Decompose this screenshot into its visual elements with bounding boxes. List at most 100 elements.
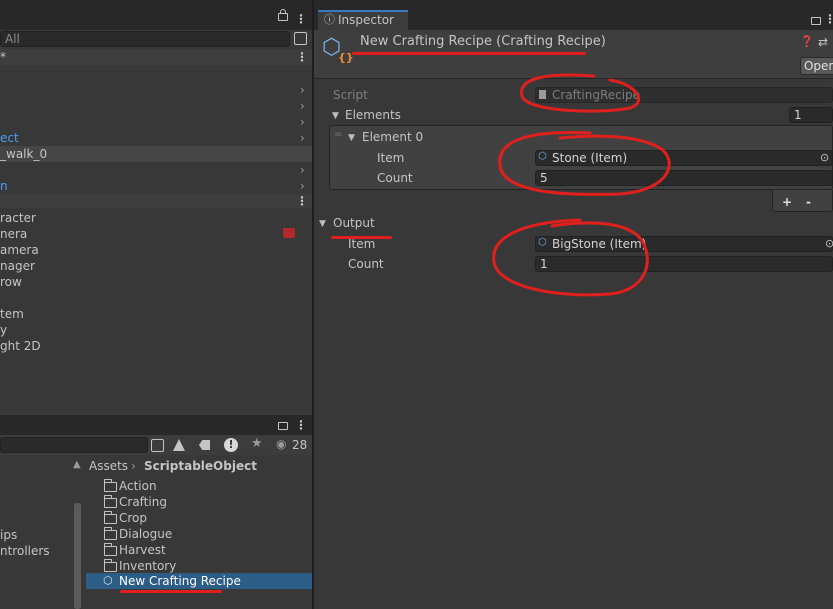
folder-icon [104,527,117,540]
hierarchy-item[interactable]: ect [0,130,19,146]
elements-label: Elements [345,108,401,122]
project-tree-item[interactable]: ips [0,527,17,543]
search-filter-icon[interactable] [151,439,164,452]
inspector-title: New Crafting Recipe (Crafting Recipe) [360,34,606,49]
inspector-panel: ⓘ Inspector ⋮ ⬡ {} New Crafting Recipe (… [314,0,833,609]
breadcrumb-scriptableobject[interactable]: ScriptableObject [144,458,257,474]
lock-shackle-icon [280,9,286,14]
script-label: Script [333,88,368,102]
kebab-menu-icon[interactable]: ⋮ [295,417,307,433]
help-icon[interactable]: ❓ [800,34,814,50]
hierarchy-item[interactable]: y [0,322,7,338]
hierarchy-item[interactable]: nager [0,258,35,274]
scene-menu-icon[interactable]: ⋮ [296,193,308,209]
output-foldout-arrow[interactable]: ▼ [319,216,326,232]
scene-modified-marker: * [0,50,6,64]
add-element-button[interactable]: + [782,194,792,210]
preset-settings-icon[interactable]: ⇄ [818,34,828,50]
output-count-input[interactable]: 1 [535,256,833,272]
annotation-underline-output [331,236,392,239]
project-tree-item[interactable]: ntrollers [0,543,50,559]
count-input[interactable]: 5 [535,170,833,186]
hierarchy-item[interactable]: tem [0,306,24,322]
script-field: CraftingRecipe [535,87,833,103]
chevron-right-icon[interactable]: › [300,180,305,192]
breadcrumb-assets[interactable]: Assets [89,458,128,474]
breadcrumb-separator: › [131,459,136,473]
script-file-icon [539,90,546,99]
hierarchy-item[interactable]: racter [0,210,36,226]
chevron-right-icon[interactable]: › [300,164,305,176]
scriptable-object-icon: ⬡ [538,237,547,248]
folder-dialogue[interactable]: Dialogue [119,526,172,542]
chevron-right-icon[interactable]: › [300,132,305,144]
favorite-star-icon[interactable]: ★ [251,436,263,452]
scriptable-object-icon: ⬡ [538,151,547,162]
elements-size-input[interactable]: 1 [789,107,833,123]
project-search-input[interactable] [0,437,148,453]
item-value: Stone (Item) [552,151,628,165]
tree-scrollbar[interactable] [74,503,81,609]
folder-icon [104,543,117,556]
chevron-up-icon[interactable]: ▲ [73,457,81,473]
lock-icon[interactable] [811,17,821,25]
hidden-packages-count: 28 [292,438,308,452]
project-tabbar [0,415,312,435]
warning-gizmo-icon [283,228,295,238]
folder-inventory[interactable]: Inventory [119,558,176,574]
folder-crafting[interactable]: Crafting [119,494,167,510]
visibility-eye-icon[interactable]: ◉ [276,436,286,452]
object-picker-icon[interactable]: ⊙ [825,236,833,252]
chevron-right-icon[interactable]: › [300,116,305,128]
folder-harvest[interactable]: Harvest [119,542,166,558]
kebab-menu-icon[interactable]: ⋮ [824,11,833,27]
lock-icon[interactable] [278,13,288,21]
scene-header-2[interactable] [0,194,312,208]
output-item-object-field[interactable]: BigStone (Item) [535,236,833,252]
output-label: Output [333,216,375,230]
inspector-tab-label: Inspector [338,13,394,27]
count-label: Count [377,171,413,185]
folder-action[interactable]: Action [119,478,157,494]
hierarchy-panel: ⋮ All * ⋮ › › › › ect _walk_0 › › n ⋮ ra… [0,0,312,415]
info-icon: ⓘ [324,13,335,26]
folder-icon [104,559,117,572]
output-count-value: 1 [540,257,548,271]
scene-header[interactable] [0,49,312,65]
annotation-underline-asset [120,590,222,593]
chevron-right-icon[interactable]: › [300,100,305,112]
count-value: 5 [540,171,548,185]
annotation-underline-title [352,52,586,55]
item-label: Item [377,151,405,165]
chevron-right-icon[interactable]: › [300,84,305,96]
hierarchy-item[interactable]: _walk_0 [0,146,47,162]
scene-menu-icon[interactable]: ⋮ [296,49,308,65]
hierarchy-item[interactable]: ght 2D [0,338,41,354]
lock-icon[interactable] [278,422,288,430]
hierarchy-item[interactable]: nera [0,226,27,242]
elements-foldout-arrow[interactable]: ▼ [332,108,339,124]
hierarchy-item[interactable]: row [0,274,22,290]
item-object-field[interactable]: Stone (Item) [535,150,833,166]
element0-foldout-arrow[interactable]: ▼ [348,130,355,146]
hierarchy-item[interactable]: n [0,178,8,194]
console-warning-icon[interactable]: ! [224,438,238,452]
script-value: CraftingRecipe [552,88,641,102]
kebab-menu-icon[interactable]: ⋮ [295,11,307,27]
element0-label: Element 0 [362,130,424,144]
hierarchy-item[interactable]: amera [0,242,39,258]
object-picker-icon[interactable]: ⊙ [820,150,829,166]
output-item-value: BigStone (Item) [552,237,647,251]
hierarchy-search-input[interactable]: All [0,31,290,47]
scriptable-object-icon: ⬡ [103,574,113,587]
asset-new-crafting-recipe[interactable]: New Crafting Recipe [119,573,241,589]
folder-icon [104,511,117,524]
remove-element-button[interactable]: - [806,194,811,210]
folder-crop[interactable]: Crop [119,510,147,526]
project-panel: ⋮ ! ★ ◉ 28 ▲ ips ntrollers Assets › Scri… [0,415,312,609]
output-count-label: Count [348,257,384,271]
open-button[interactable]: Open [800,57,833,75]
search-filter-icon[interactable] [294,32,307,45]
folder-icon [104,495,117,508]
drag-handle-icon[interactable]: = [334,127,342,143]
